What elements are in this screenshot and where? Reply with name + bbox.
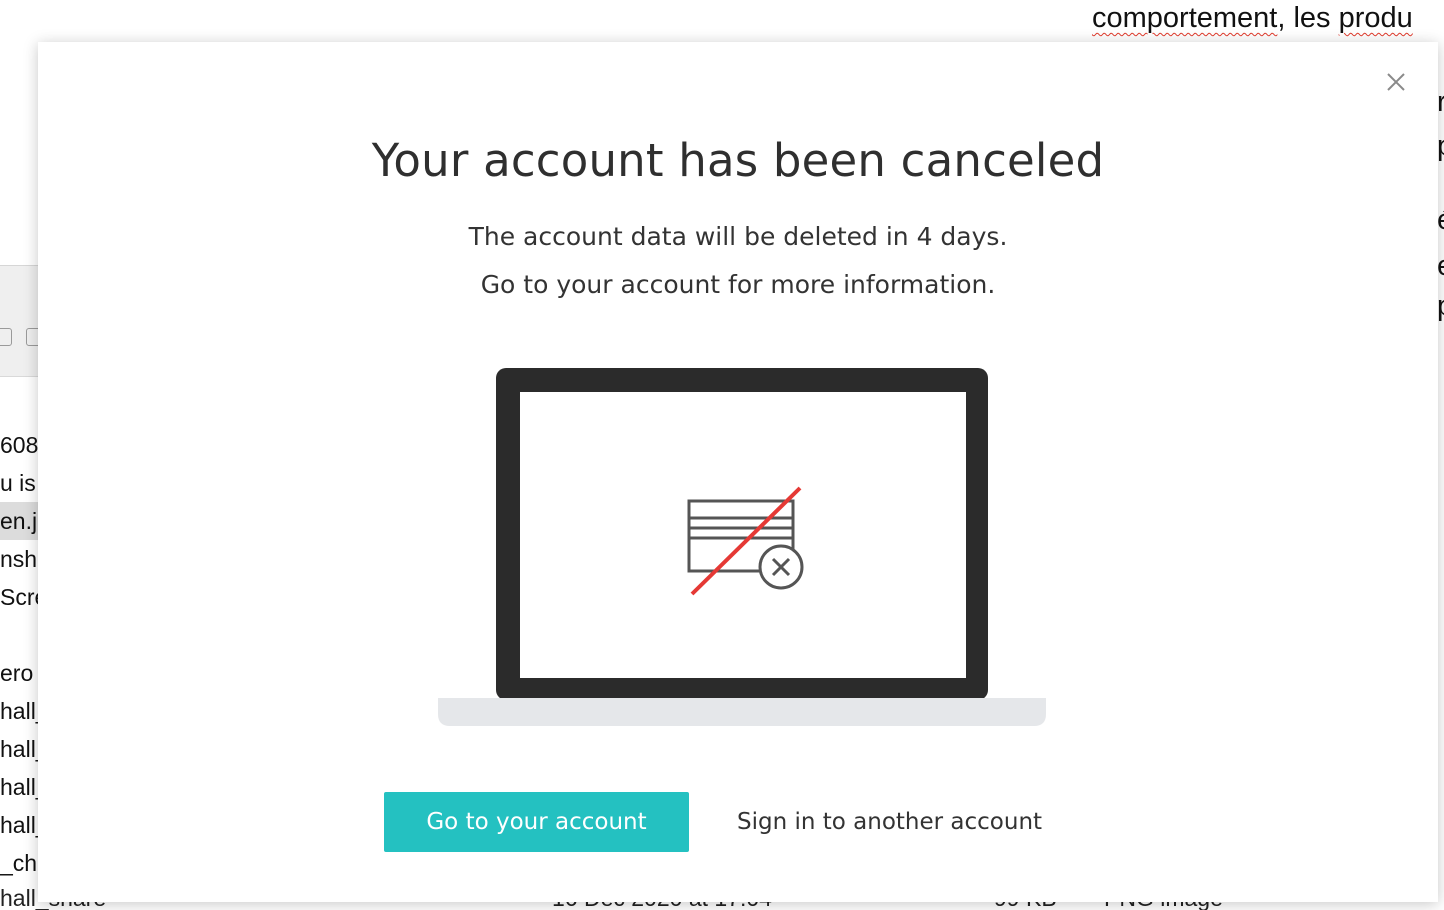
sign-in-another-account-button[interactable]: Sign in to another account bbox=[721, 792, 1058, 852]
background-separator: , les bbox=[1277, 2, 1339, 34]
close-button[interactable] bbox=[1382, 68, 1410, 96]
dialog-title: Your account has been canceled bbox=[371, 134, 1105, 187]
background-edge-glyph: r bbox=[1437, 86, 1444, 118]
background-word-2: produ bbox=[1338, 2, 1413, 34]
background-document-text: comportement, les produ bbox=[1092, 2, 1413, 35]
more-info-text: Go to your account for more information. bbox=[480, 270, 996, 299]
canceled-laptop-illustration bbox=[438, 368, 1046, 726]
background-edge-glyph: p bbox=[1437, 290, 1444, 323]
deletion-notice: The account data will be deleted in 4 da… bbox=[468, 222, 1008, 251]
close-icon bbox=[1387, 73, 1405, 91]
account-canceled-dialog: Your account has been canceled The accou… bbox=[38, 42, 1438, 902]
screen: comportement, les produ 608 u is en.j nsh Sc… bbox=[0, 0, 1444, 910]
laptop-screen bbox=[520, 392, 966, 678]
view-icon bbox=[0, 328, 12, 346]
background-edge-glyph: e bbox=[1437, 250, 1444, 283]
background-edge-glyph: p bbox=[1437, 130, 1444, 163]
background-word-1: comportement bbox=[1092, 2, 1278, 34]
go-to-account-button[interactable]: Go to your account bbox=[384, 792, 689, 852]
background-edge-glyph: é bbox=[1437, 204, 1444, 237]
laptop-base bbox=[438, 698, 1046, 726]
